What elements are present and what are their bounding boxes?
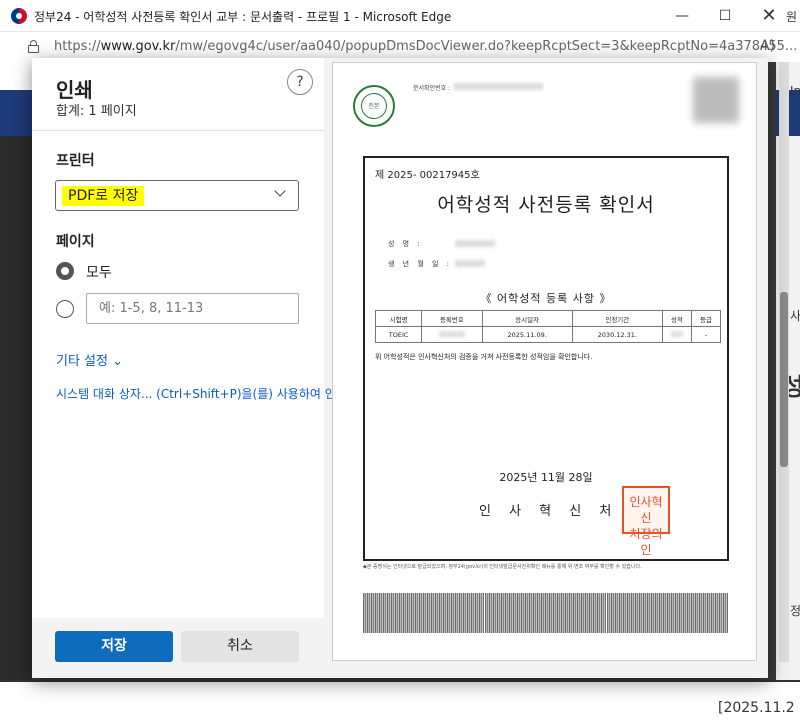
- window-titlebar: 정부24 - 어학성적 사전등록 확인서 교부 : 문서출력 - 프로필 1 -…: [0, 0, 800, 32]
- more-settings-link[interactable]: 기타 설정 ⌄: [56, 350, 123, 369]
- table-cell: TOEIC: [374, 326, 423, 343]
- section-title: 《 어학성적 등록 사항 》: [480, 292, 612, 305]
- print-title: 인쇄: [56, 78, 93, 102]
- title-overflow-text: 원: [786, 10, 798, 24]
- birth-label: 생 년 월 일 :: [388, 260, 453, 268]
- table-cell-redacted: [661, 326, 692, 343]
- table-header: 인정기간: [571, 310, 663, 327]
- certificate-number: 제 2025- 00217945호: [375, 170, 480, 181]
- confirmation-text: 위 어학성적은 인사혁신처의 검증을 거쳐 사전등록한 성적임을 확인합니다.: [375, 353, 593, 361]
- table-cell: 2030.12.31.: [571, 326, 663, 343]
- certificate-box: 제 2025- 00217945호 어학성적 사전등록 확인서 성 명 : 생 …: [363, 156, 729, 561]
- barcode-redacted: [363, 593, 484, 633]
- background-nav-bar: [0, 90, 32, 136]
- name-redacted: [455, 240, 495, 247]
- bg-fragment: In: [790, 84, 800, 98]
- pages-custom-radio[interactable]: [56, 300, 74, 318]
- maximize-button[interactable]: ☐: [707, 4, 743, 28]
- page-total: 합계: 1 페이지: [56, 104, 137, 119]
- save-button[interactable]: 저장: [55, 631, 173, 662]
- score-table: 시험명 등록번호 응시일자 인정기간 성적 등급 TOEIC 2025.11.0…: [374, 310, 722, 343]
- doc-number-redacted: [453, 83, 543, 90]
- table-header: 응시일자: [481, 310, 573, 327]
- qr-code-redacted: [693, 77, 739, 123]
- table-cell: 2025.11.09.: [481, 326, 573, 343]
- read-aloud-icon[interactable]: A): [760, 38, 775, 54]
- table-header: 등급: [690, 310, 722, 327]
- printer-select-value: PDF로 저장: [62, 186, 145, 206]
- print-settings-panel: 인쇄 합계: 1 페이지 ? 프린터 PDF로 저장 페이지 모두 기타 설정 …: [32, 58, 336, 678]
- fine-print: ◆본 증명서는 인터넷으로 발급되었으며, 정부24(gov.kr)의 인터넷발…: [363, 564, 642, 570]
- pages-all-radio[interactable]: [56, 262, 74, 280]
- authentic-seal-icon: 진본: [353, 85, 395, 127]
- window-title: 정부24 - 어학성적 사전등록 확인서 교부 : 문서출력 - 프로필 1 -…: [34, 10, 452, 24]
- printer-select[interactable]: PDF로 저장: [55, 180, 299, 211]
- print-dialog: 인쇄 합계: 1 페이지 ? 프린터 PDF로 저장 페이지 모두 기타 설정 …: [32, 58, 768, 678]
- name-label: 성 명 :: [388, 240, 423, 248]
- certificate-title: 어학성적 사전등록 확인서: [437, 194, 655, 216]
- gov-logo-icon: [11, 8, 27, 24]
- chevron-down-icon: [273, 187, 287, 201]
- table-cell-redacted: [421, 326, 483, 343]
- birth-redacted: [455, 260, 485, 267]
- background-header: [0, 62, 32, 90]
- close-button[interactable]: ✕: [751, 4, 787, 28]
- pages-label: 페이지: [56, 234, 95, 250]
- issue-date: 2025년 11월 28일: [499, 471, 593, 484]
- pages-range-field[interactable]: [86, 293, 299, 324]
- minimize-button[interactable]: —: [664, 4, 700, 28]
- background-bottom-text: [2025.11.2: [718, 700, 795, 716]
- lock-icon[interactable]: [28, 40, 39, 53]
- print-preview-page: 진본 문서확인번호 : 제 2025- 00217945호 어학성적 사전등록 …: [332, 62, 757, 661]
- table-header-row: 시험명 등록번호 응시일자 인정기간 성적 등급: [374, 310, 722, 327]
- bg-fragment: 사: [790, 309, 800, 323]
- panel-divider: [32, 130, 324, 131]
- printer-label: 프린터: [56, 153, 95, 169]
- bg-fragment: 정: [790, 604, 800, 618]
- table-header: 시험명: [374, 310, 423, 327]
- table-header: 등록번호: [421, 310, 483, 327]
- barcode-redacted: [485, 593, 606, 633]
- official-stamp: 인사혁신 처장의인: [622, 486, 670, 557]
- cancel-button[interactable]: 취소: [181, 631, 299, 662]
- help-icon[interactable]: ?: [287, 69, 313, 95]
- system-dialog-link[interactable]: 시스템 대화 상자... (Ctrl+Shift+P)을(를) 사용하여 인: [56, 385, 336, 402]
- scrollbar-thumb[interactable]: [780, 292, 788, 467]
- barcode-redacted: [607, 593, 728, 633]
- page-scrollbar[interactable]: [779, 62, 789, 662]
- pages-all-label[interactable]: 모두: [86, 262, 112, 282]
- doc-number-label: 문서확인번호 :: [413, 85, 451, 92]
- pages-range-input[interactable]: [87, 294, 298, 323]
- url-text[interactable]: https://www.gov.kr/mw/egovg4c/user/aa040…: [54, 39, 797, 54]
- table-header: 성적: [661, 310, 692, 327]
- table-row: TOEIC 2025.11.09. 2030.12.31. -: [374, 326, 722, 343]
- table-cell: -: [690, 326, 722, 343]
- background-footer: [0, 680, 800, 720]
- background-left-strip: [0, 62, 32, 720]
